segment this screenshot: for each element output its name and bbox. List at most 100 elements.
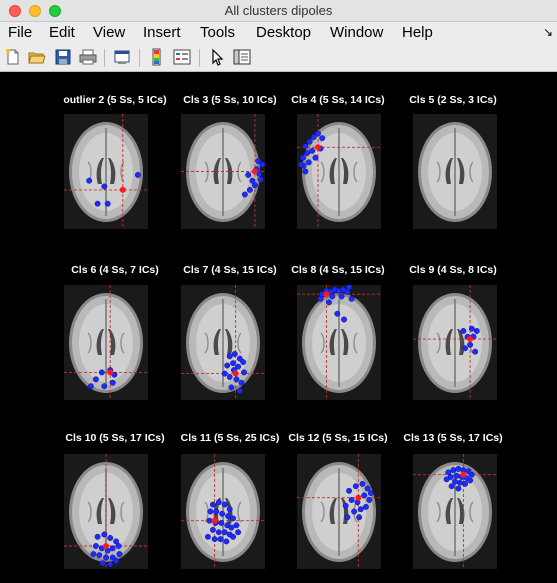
centroid-dipole-marker <box>232 370 239 377</box>
dipole-marker <box>455 485 462 492</box>
dipole-marker <box>359 480 366 487</box>
dipole-marker <box>101 383 108 390</box>
dipole-plot[interactable] <box>64 454 148 569</box>
panel-title: Cls 12 (5 Ss, 15 ICs) <box>288 432 388 444</box>
dipole-marker <box>472 348 479 355</box>
dipole-marker <box>452 478 458 485</box>
dipole-plot[interactable] <box>297 285 381 400</box>
dipole-plot[interactable] <box>413 114 497 229</box>
dipole-marker <box>209 526 216 533</box>
dipole-marker <box>238 379 245 386</box>
dipole-marker <box>346 285 353 291</box>
dipole-marker <box>226 506 233 513</box>
dipole-marker <box>223 538 230 545</box>
dipole-marker <box>257 176 264 183</box>
menu-desktop[interactable]: Desktop <box>256 24 311 41</box>
dipole-marker <box>241 369 247 376</box>
print-preview-icon[interactable] <box>113 48 131 66</box>
dipole-marker <box>348 497 355 503</box>
menu-file[interactable]: File <box>8 24 32 41</box>
dipole-plot[interactable] <box>181 114 265 229</box>
dipole-marker <box>226 353 233 360</box>
dipole-marker <box>468 325 475 332</box>
dipole-marker <box>228 524 235 531</box>
centroid-dipole-marker <box>119 186 126 193</box>
dipole-marker <box>315 130 321 137</box>
dipole-marker <box>219 510 226 517</box>
centroid-dipole-marker <box>323 291 330 298</box>
dipole-marker <box>115 543 122 549</box>
dipole-marker <box>356 514 363 521</box>
dipole-marker <box>240 359 247 366</box>
toolbar-dock-arrow-icon[interactable]: ↘ <box>543 25 553 39</box>
dipole-plot[interactable] <box>64 114 148 229</box>
brain-slice <box>302 462 376 562</box>
dipole-marker <box>226 374 233 380</box>
dipole-marker <box>218 520 225 526</box>
brain-slice <box>69 293 143 393</box>
dipole-marker <box>450 467 457 474</box>
toolbar <box>0 44 557 72</box>
dipole-plot[interactable] <box>297 454 381 569</box>
dipole-marker <box>107 535 114 541</box>
dipole-marker <box>101 183 108 190</box>
centroid-dipole-marker <box>251 168 258 175</box>
panel-title: Cls 5 (2 Ss, 3 ICs) <box>409 94 497 106</box>
dipole-plot[interactable] <box>181 454 265 569</box>
dipole-plot[interactable] <box>297 114 381 229</box>
menu-window[interactable]: Window <box>330 24 383 41</box>
title-bar: All clusters dipoles <box>0 0 557 22</box>
dipole-marker <box>215 499 222 506</box>
dipole-plot[interactable] <box>413 454 497 569</box>
open-file-icon[interactable] <box>28 48 46 66</box>
dipole-marker <box>362 503 369 510</box>
dipole-marker <box>453 472 460 479</box>
dipole-marker <box>341 316 347 323</box>
dipole-marker <box>299 154 306 161</box>
dipole-marker <box>235 529 242 536</box>
panel-title: Cls 4 (5 Ss, 14 ICs) <box>291 94 385 106</box>
legend-icon[interactable] <box>173 48 191 66</box>
new-figure-icon[interactable] <box>4 48 22 66</box>
panel-title: outlier 2 (5 Ss, 5 ICs) <box>63 94 167 106</box>
dipole-marker <box>134 172 141 178</box>
save-icon[interactable] <box>54 48 72 66</box>
brain-slice <box>69 122 143 222</box>
dipole-marker <box>96 552 103 559</box>
menu-edit[interactable]: Edit <box>49 24 75 41</box>
centroid-dipole-marker <box>103 543 109 549</box>
brain-slice <box>186 122 260 222</box>
panel-title: Cls 9 (4 Ss, 8 ICs) <box>409 264 497 276</box>
dipole-marker <box>259 161 265 168</box>
dipole-marker <box>334 310 341 317</box>
print-icon[interactable] <box>79 48 97 66</box>
dipole-plot[interactable] <box>181 285 265 400</box>
dipole-marker <box>319 135 326 142</box>
toolbar-separator <box>199 49 200 67</box>
dipole-marker <box>342 502 349 509</box>
dipole-marker <box>352 483 359 490</box>
property-editor-icon[interactable] <box>233 48 251 66</box>
dipole-marker <box>338 293 345 300</box>
menu-help[interactable]: Help <box>402 24 433 41</box>
dipole-marker <box>246 186 253 193</box>
dipole-marker <box>221 370 228 377</box>
dipole-marker <box>457 479 463 486</box>
brain-slice <box>418 122 492 222</box>
dipole-marker <box>312 154 319 161</box>
centroid-dipole-marker <box>211 517 218 524</box>
dipole-marker <box>113 558 120 564</box>
dipole-marker <box>87 383 94 390</box>
colorbar-icon[interactable] <box>148 48 166 66</box>
plot-area: outlier 2 (5 Ss, 5 ICs) Cls 3 (5 Ss, 10 … <box>0 72 557 583</box>
menu-tools[interactable]: Tools <box>200 24 235 41</box>
menu-insert[interactable]: Insert <box>143 24 181 41</box>
menu-view[interactable]: View <box>93 24 125 41</box>
dipole-marker <box>109 545 116 552</box>
dipole-plot[interactable] <box>413 285 497 400</box>
dipole-marker <box>230 360 237 367</box>
dipole-marker <box>204 533 211 540</box>
pointer-icon[interactable] <box>208 48 226 66</box>
centroid-dipole-marker <box>107 369 114 376</box>
dipole-plot[interactable] <box>64 285 148 400</box>
